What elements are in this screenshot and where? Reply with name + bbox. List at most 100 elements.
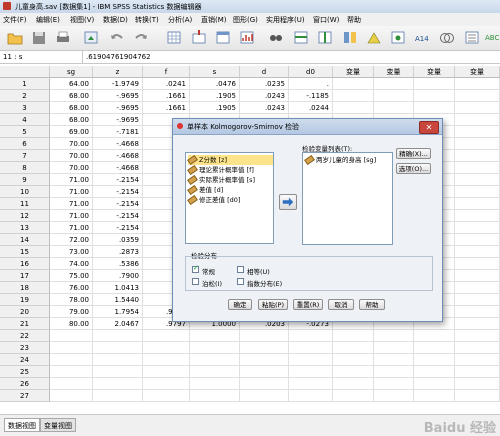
undo-icon[interactable]	[108, 29, 126, 46]
table-cell[interactable]	[190, 366, 240, 378]
table-cell[interactable]: -.2154	[93, 222, 143, 234]
table-cell[interactable]	[240, 354, 289, 366]
table-cell[interactable]: 76.00	[50, 282, 93, 294]
table-cell[interactable]	[240, 342, 289, 354]
menu-help[interactable]: 帮助	[347, 15, 361, 25]
variables-icon[interactable]	[214, 29, 232, 46]
table-cell[interactable]	[240, 366, 289, 378]
menu-direct-marketing[interactable]: 直销(M)	[201, 15, 227, 25]
table-cell[interactable]	[333, 366, 374, 378]
row-header[interactable]: 8	[0, 162, 50, 174]
table-cell[interactable]	[414, 354, 455, 366]
table-cell[interactable]	[143, 342, 190, 354]
options-button[interactable]: 选项(O)...	[396, 163, 431, 174]
row-header[interactable]: 9	[0, 174, 50, 186]
select-cases-icon[interactable]	[389, 29, 407, 46]
table-cell[interactable]	[333, 390, 374, 402]
row-header[interactable]: 10	[0, 186, 50, 198]
cancel-button[interactable]: 取消	[328, 299, 354, 310]
table-cell[interactable]: 71.00	[50, 210, 93, 222]
table-cell[interactable]	[414, 378, 455, 390]
poisson-checkbox[interactable]	[192, 278, 199, 285]
table-cell[interactable]: .0235	[240, 78, 289, 90]
table-cell[interactable]	[333, 354, 374, 366]
table-cell[interactable]: -.2154	[93, 198, 143, 210]
table-cell[interactable]: 80.00	[50, 318, 93, 330]
table-cell[interactable]	[455, 198, 500, 210]
row-header[interactable]: 14	[0, 234, 50, 246]
table-cell[interactable]	[289, 378, 333, 390]
table-cell[interactable]: .2873	[93, 246, 143, 258]
table-cell[interactable]	[374, 354, 414, 366]
table-cell[interactable]: -.9695	[93, 90, 143, 102]
table-cell[interactable]	[93, 342, 143, 354]
table-cell[interactable]	[190, 342, 240, 354]
recall-dialog-icon[interactable]	[82, 29, 100, 46]
table-cell[interactable]	[455, 258, 500, 270]
table-cell[interactable]: .7900	[93, 270, 143, 282]
table-cell[interactable]: 79.00	[50, 306, 93, 318]
insert-variable-icon[interactable]	[316, 29, 334, 46]
table-cell[interactable]: -.7181	[93, 126, 143, 138]
table-cell[interactable]: .1661	[143, 102, 190, 114]
find-icon[interactable]	[267, 29, 285, 46]
table-cell[interactable]	[414, 102, 455, 114]
table-cell[interactable]	[414, 90, 455, 102]
table-cell[interactable]	[455, 354, 500, 366]
table-cell[interactable]	[374, 330, 414, 342]
reset-button[interactable]: 重置(R)	[293, 299, 323, 310]
column-header[interactable]: f	[143, 66, 190, 78]
table-cell[interactable]	[93, 366, 143, 378]
use-sets-icon[interactable]	[438, 29, 456, 46]
list-item[interactable]: 理论累计概率值 [f]	[187, 164, 254, 176]
menu-data[interactable]: 数据(D)	[103, 15, 128, 25]
table-cell[interactable]: .1905	[190, 90, 240, 102]
table-cell[interactable]	[414, 366, 455, 378]
table-cell[interactable]	[374, 390, 414, 402]
table-cell[interactable]: -.4668	[93, 162, 143, 174]
run-descriptives-icon[interactable]	[238, 29, 256, 46]
table-cell[interactable]: 68.00	[50, 90, 93, 102]
table-cell[interactable]	[143, 366, 190, 378]
table-cell[interactable]	[455, 150, 500, 162]
menu-view[interactable]: 视图(V)	[70, 15, 94, 25]
table-cell[interactable]	[455, 174, 500, 186]
goto-case-icon[interactable]	[165, 29, 183, 46]
table-cell[interactable]	[414, 330, 455, 342]
table-cell[interactable]	[374, 366, 414, 378]
table-cell[interactable]: 73.00	[50, 246, 93, 258]
table-cell[interactable]: .0476	[190, 78, 240, 90]
column-header[interactable]: 变量	[414, 66, 455, 78]
row-header[interactable]: 1	[0, 78, 50, 90]
paste-button[interactable]: 粘贴(P)	[258, 299, 288, 310]
row-header[interactable]: 2	[0, 90, 50, 102]
table-cell[interactable]: -.9695	[93, 102, 143, 114]
open-folder-icon[interactable]	[6, 29, 24, 46]
table-cell[interactable]	[414, 390, 455, 402]
table-cell[interactable]	[93, 330, 143, 342]
table-cell[interactable]	[414, 78, 455, 90]
table-cell[interactable]	[50, 354, 93, 366]
help-button[interactable]: 帮助	[359, 299, 385, 310]
table-cell[interactable]	[333, 342, 374, 354]
table-cell[interactable]: .1905	[190, 102, 240, 114]
row-header[interactable]: 21	[0, 318, 50, 330]
table-cell[interactable]: 72.00	[50, 234, 93, 246]
table-cell[interactable]: -1.9749	[93, 78, 143, 90]
table-cell[interactable]	[50, 378, 93, 390]
table-cell[interactable]: .0241	[143, 78, 190, 90]
table-cell[interactable]	[455, 102, 500, 114]
column-header[interactable]: d	[240, 66, 289, 78]
row-header[interactable]: 20	[0, 306, 50, 318]
menu-edit[interactable]: 编辑(E)	[36, 15, 60, 25]
list-item[interactable]: 实际累计概率值 [s]	[187, 174, 255, 186]
tab-data-view[interactable]: 数据视图	[4, 418, 40, 432]
table-cell[interactable]: 2.0467	[93, 318, 143, 330]
table-cell[interactable]: 71.00	[50, 186, 93, 198]
table-cell[interactable]	[455, 246, 500, 258]
table-cell[interactable]: 1.0413	[93, 282, 143, 294]
save-icon[interactable]	[30, 29, 48, 46]
table-cell[interactable]	[190, 390, 240, 402]
row-header[interactable]: 23	[0, 342, 50, 354]
row-header[interactable]: 11	[0, 198, 50, 210]
